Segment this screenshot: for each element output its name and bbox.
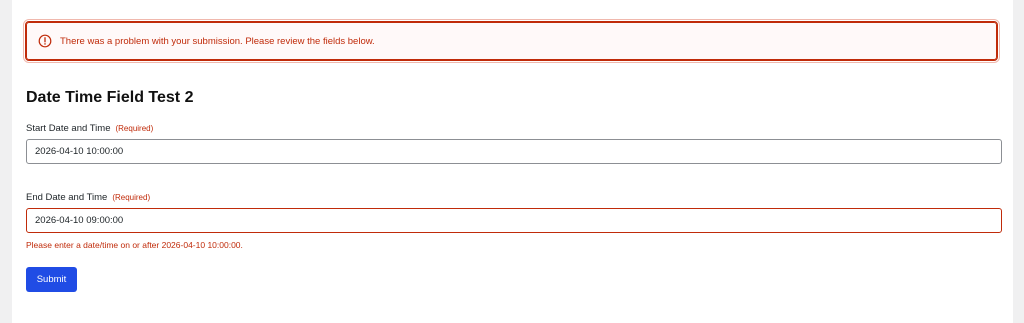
start-datetime-input[interactable] <box>26 139 1002 164</box>
start-datetime-label: Start Date and Time (Required) <box>26 123 153 134</box>
exclamation-circle-icon <box>38 34 52 48</box>
end-datetime-input[interactable] <box>26 208 1002 233</box>
end-datetime-label: End Date and Time (Required) <box>26 192 150 203</box>
start-datetime-label-text: Start Date and Time <box>26 123 111 134</box>
alert-message: There was a problem with your submission… <box>60 35 375 47</box>
end-datetime-label-text: End Date and Time <box>26 192 108 203</box>
required-indicator: (Required) <box>112 193 151 202</box>
form-page: There was a problem with your submission… <box>12 0 1013 323</box>
required-indicator: (Required) <box>115 124 154 133</box>
end-datetime-error-message: Please enter a date/time on or after 202… <box>26 240 243 250</box>
validation-alert: There was a problem with your submission… <box>23 19 1000 63</box>
submit-button[interactable]: Submit <box>26 267 77 292</box>
form-title: Date Time Field Test 2 <box>26 89 194 106</box>
